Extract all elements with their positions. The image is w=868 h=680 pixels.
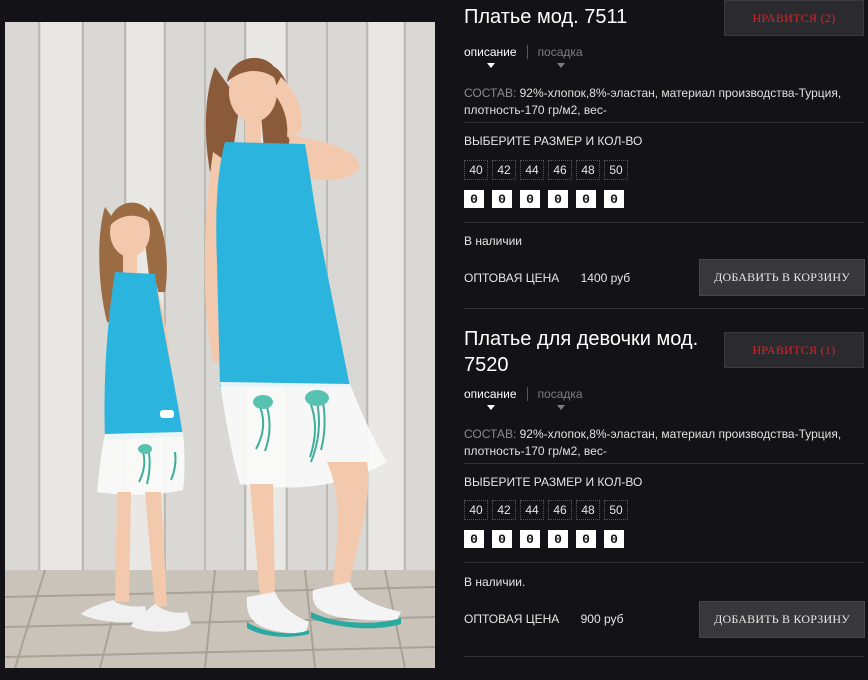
product-photo-illustration — [5, 22, 435, 668]
like-button[interactable]: НРАВИТСЯ (2) — [724, 0, 864, 36]
size-option[interactable]: 44 — [520, 160, 544, 180]
quantity-input[interactable] — [576, 530, 596, 548]
tab-label: посадка — [537, 45, 583, 59]
divider — [464, 222, 864, 223]
divider — [464, 562, 864, 563]
composition-value: 92%-хлопок,8%-эластан, материал производ… — [464, 427, 842, 458]
product-tabs: описание посадка — [464, 45, 593, 68]
size-option[interactable]: 42 — [492, 500, 516, 520]
caret-down-icon — [487, 63, 495, 68]
size-option[interactable]: 40 — [464, 500, 488, 520]
stock-status: В наличии — [464, 234, 523, 248]
price-row: ОПТОВАЯ ЦЕНА 1400 руб — [464, 271, 630, 285]
price-label: ОПТОВАЯ ЦЕНА — [464, 271, 560, 285]
quantity-input[interactable] — [604, 190, 624, 208]
tab-description[interactable]: описание — [464, 45, 527, 68]
stock-status: В наличии. — [464, 575, 526, 589]
tab-fit[interactable]: посадка — [526, 387, 593, 410]
size-option[interactable]: 48 — [576, 160, 600, 180]
tab-label: описание — [464, 387, 517, 401]
tab-label: посадка — [537, 387, 583, 401]
add-to-cart-button[interactable]: ДОБАВИТЬ В КОРЗИНУ — [699, 259, 865, 296]
like-button[interactable]: НРАВИТСЯ (1) — [724, 332, 864, 368]
divider — [464, 308, 864, 309]
composition-text: СОСТАВ: 92%-хлопок,8%-эластан, материал … — [464, 426, 860, 460]
caret-down-icon — [556, 405, 565, 410]
product-title: Платье мод. 7511 — [464, 6, 628, 28]
choose-size-label: ВЫБЕРИТЕ РАЗМЕР И КОЛ-ВО — [464, 134, 643, 148]
divider — [464, 463, 864, 464]
add-to-cart-button[interactable]: ДОБАВИТЬ В КОРЗИНУ — [699, 601, 865, 638]
composition-key: СОСТАВ: — [464, 86, 517, 100]
size-option[interactable]: 46 — [548, 160, 572, 180]
quantity-input[interactable] — [604, 530, 624, 548]
price-row: ОПТОВАЯ ЦЕНА 900 руб — [464, 612, 624, 626]
price-value: 900 руб — [580, 612, 624, 626]
quantity-input[interactable] — [520, 190, 540, 208]
choose-size-label: ВЫБЕРИТЕ РАЗМЕР И КОЛ-ВО — [464, 475, 643, 489]
quantity-input[interactable] — [548, 190, 568, 208]
size-option[interactable]: 46 — [548, 500, 572, 520]
quantity-input[interactable] — [464, 530, 484, 548]
quantity-input[interactable] — [548, 530, 568, 548]
caret-down-icon — [556, 63, 565, 68]
composition-key: СОСТАВ: — [464, 427, 517, 441]
product-photo[interactable] — [5, 22, 435, 668]
caret-down-icon — [487, 405, 495, 410]
size-option[interactable]: 50 — [604, 500, 628, 520]
product-tabs: описание посадка — [464, 387, 593, 410]
product-title: Платье для девочки мод. 7520 — [464, 328, 699, 376]
size-option[interactable]: 44 — [520, 500, 544, 520]
size-option[interactable]: 40 — [464, 160, 488, 180]
size-list: 40 42 44 46 48 50 — [464, 500, 632, 520]
quantity-input[interactable] — [520, 530, 540, 548]
divider — [464, 122, 864, 123]
quantity-list — [464, 190, 632, 208]
divider — [464, 656, 864, 657]
size-option[interactable]: 50 — [604, 160, 628, 180]
composition-text: СОСТАВ: 92%-хлопок,8%-эластан, материал … — [464, 85, 860, 119]
quantity-list — [464, 530, 632, 548]
quantity-input[interactable] — [464, 190, 484, 208]
size-list: 40 42 44 46 48 50 — [464, 160, 632, 180]
composition-value: 92%-хлопок,8%-эластан, материал производ… — [464, 86, 842, 117]
size-option[interactable]: 48 — [576, 500, 600, 520]
price-value: 1400 руб — [580, 271, 631, 285]
quantity-input[interactable] — [492, 530, 512, 548]
size-option[interactable]: 42 — [492, 160, 516, 180]
tab-fit[interactable]: посадка — [526, 45, 593, 68]
tab-label: описание — [464, 45, 517, 59]
quantity-input[interactable] — [492, 190, 512, 208]
price-label: ОПТОВАЯ ЦЕНА — [464, 612, 560, 626]
quantity-input[interactable] — [576, 190, 596, 208]
tab-description[interactable]: описание — [464, 387, 527, 410]
